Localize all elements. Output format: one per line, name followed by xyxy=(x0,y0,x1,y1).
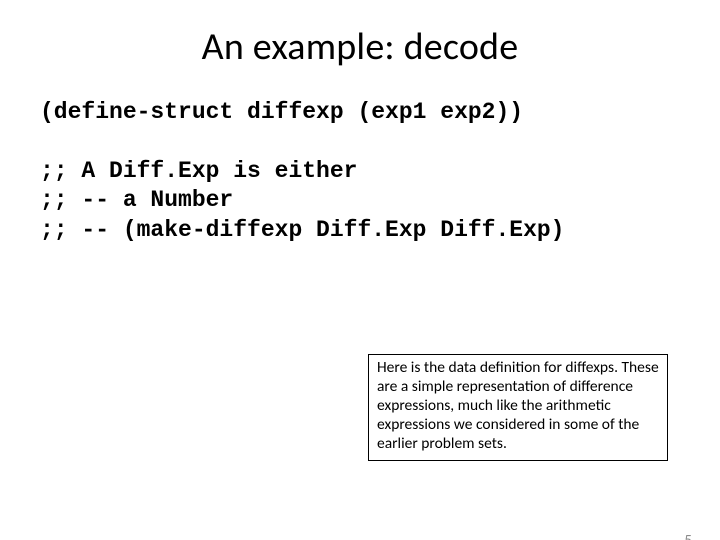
code-line-3: ;; -- a Number xyxy=(40,187,233,213)
code-line-4: ;; -- (make-diffexp Diff.Exp Diff.Exp) xyxy=(40,217,565,243)
note-box: Here is the data definition for diffexps… xyxy=(368,354,668,461)
code-block: (define-struct diffexp (exp1 exp2)) ;; A… xyxy=(40,98,690,245)
code-line-2: ;; A Diff.Exp is either xyxy=(40,158,357,184)
code-line-1: (define-struct diffexp (exp1 exp2)) xyxy=(40,99,523,125)
slide: An example: decode (define-struct diffex… xyxy=(0,24,720,540)
page-number: 5 xyxy=(684,532,692,540)
slide-title: An example: decode xyxy=(0,24,720,70)
